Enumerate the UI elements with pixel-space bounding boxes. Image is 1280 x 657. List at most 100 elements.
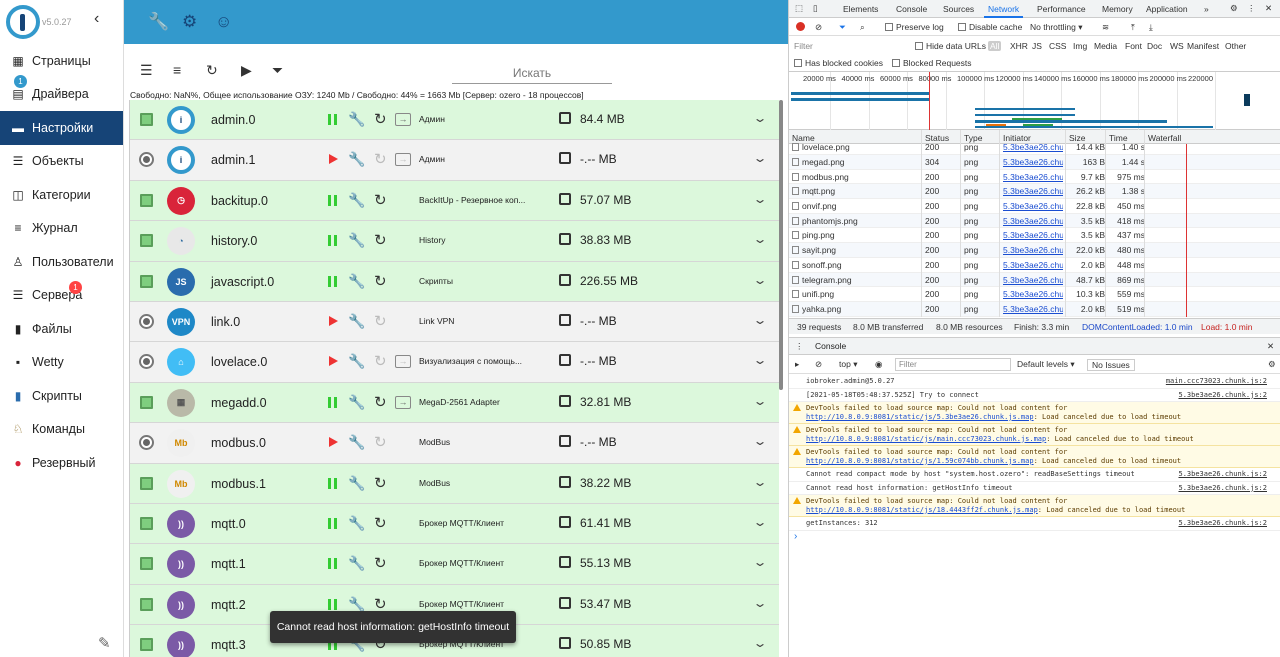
devtools-tab-more[interactable]: »	[1204, 4, 1209, 14]
view-table-icon[interactable]: ☰	[140, 62, 153, 79]
configure-instance-wrench-icon[interactable]: 🔧	[348, 515, 365, 532]
throttling-select[interactable]: No throttling ▾	[1030, 22, 1082, 33]
filter-type-manifest[interactable]: Manifest	[1187, 41, 1219, 51]
source-map-link[interactable]: http://10.8.0.9:8081/static/js/1.59c074b…	[806, 457, 1034, 465]
drawer-menu-icon[interactable]: ⋮	[795, 341, 804, 352]
start-instance-button[interactable]	[329, 437, 338, 448]
instances-scrollbar[interactable]	[779, 100, 783, 390]
console-filter-input[interactable]: Filter	[895, 358, 1011, 371]
restart-instance-icon[interactable]: ↻	[374, 595, 387, 613]
sidebar-item-5[interactable]: ≡ Журнал	[0, 212, 123, 246]
restart-instance-icon[interactable]: ↻	[374, 514, 387, 532]
devtools-tab-sources[interactable]: Sources	[943, 4, 974, 14]
network-request-row[interactable]: mqtt.png 200 png 5.3be3ae26.chunk.js:2 26.2 …	[789, 184, 1280, 200]
sidebar-item-11[interactable]: ♘ Команды	[0, 413, 123, 447]
open-web-link-icon[interactable]: →	[395, 113, 411, 126]
request-initiator[interactable]: 5.3be3ae26.chunk.js:2	[1003, 289, 1063, 299]
pause-instance-button[interactable]	[328, 396, 337, 408]
search-input[interactable]: Искать	[452, 66, 612, 84]
import-har-icon[interactable]: ⤒	[1131, 22, 1135, 33]
wrench-icon[interactable]: 🔧	[148, 12, 169, 32]
expand-chevron-icon[interactable]: ⌄	[752, 151, 767, 165]
console-settings-icon[interactable]: ⚙	[1268, 359, 1276, 370]
restart-instance-icon[interactable]: ↻	[374, 231, 387, 249]
restart-instance-icon[interactable]: ↻	[374, 433, 387, 451]
request-initiator[interactable]: 5.3be3ae26.chunk.js:2	[1003, 304, 1063, 314]
sidebar-item-4[interactable]: ◫ Категории	[0, 178, 123, 212]
filter-type-js[interactable]: JS	[1032, 41, 1042, 51]
expert-mode-head-icon[interactable]: ☺	[215, 12, 232, 32]
configure-instance-wrench-icon[interactable]: 🔧	[348, 475, 365, 492]
more-options-icon[interactable]: ⋮	[1247, 3, 1256, 14]
pause-instance-button[interactable]	[328, 194, 337, 206]
pause-instance-button[interactable]	[328, 598, 337, 610]
expand-chevron-icon[interactable]: ⌄	[752, 555, 767, 569]
wifi-icon[interactable]: ≋	[1102, 22, 1109, 33]
expand-chevron-icon[interactable]: ⌄	[752, 232, 767, 246]
filter-type-media[interactable]: Media	[1094, 41, 1117, 51]
configure-instance-wrench-icon[interactable]: 🔧	[348, 313, 365, 330]
devtools-tab-console[interactable]: Console	[896, 4, 927, 14]
source-map-link[interactable]: http://10.8.0.9:8081/static/js/5.3be3ae2…	[806, 413, 1034, 421]
console-source-link[interactable]: 5.3be3ae26.chunk.js:2	[1178, 484, 1267, 493]
network-request-row[interactable]: unifi.png 200 png 5.3be3ae26.chunk.js:2 10.3…	[789, 287, 1280, 302]
open-web-link-icon[interactable]: →	[395, 153, 411, 167]
configure-instance-wrench-icon[interactable]: 🔧	[348, 111, 365, 128]
export-har-icon[interactable]: ⤓	[1149, 22, 1153, 33]
pause-instance-button[interactable]	[328, 235, 337, 247]
devtools-tab-memory[interactable]: Memory	[1102, 4, 1133, 14]
pause-instance-button[interactable]	[328, 517, 337, 529]
restart-instance-icon[interactable]: ↻	[374, 554, 387, 572]
request-initiator[interactable]: 5.3be3ae26.chunk.js:2	[1003, 201, 1063, 211]
device-toolbar-icon[interactable]: ▯	[813, 3, 818, 14]
restart-instance-icon[interactable]: ↻	[374, 312, 387, 330]
expand-chevron-icon[interactable]: ⌄	[752, 434, 767, 448]
clear-console-icon[interactable]: ⊘	[815, 359, 822, 370]
request-initiator[interactable]: 5.3be3ae26.chunk.js:2	[1003, 275, 1063, 285]
expand-chevron-icon[interactable]: ⌄	[752, 636, 767, 650]
source-map-link[interactable]: http://10.8.0.9:8081/static/js/18.4443ff…	[806, 506, 1038, 514]
hide-data-urls-checkbox[interactable]: Hide data URLs	[915, 41, 986, 51]
filter-icon[interactable]: ⏷	[272, 62, 283, 79]
play-icon[interactable]: ▶	[241, 62, 252, 79]
expand-chevron-icon[interactable]: ⌄	[752, 596, 767, 610]
configure-instance-wrench-icon[interactable]: 🔧	[348, 232, 365, 249]
sidebar-item-6[interactable]: ♙ Пользователи	[0, 245, 123, 279]
search-icon[interactable]: ⌕	[860, 22, 865, 33]
network-overview-timeline[interactable]: 20000 ms 40000 ms 60000 ms 80000 ms 100000 m…	[789, 72, 1280, 134]
inspect-element-icon[interactable]: ⬚	[795, 3, 803, 14]
sidebar-item-10[interactable]: ▮ Скрипты	[0, 379, 123, 413]
console-source-link[interactable]: 5.3be3ae26.chunk.js:2	[1178, 391, 1267, 400]
console-prompt[interactable]: ›	[794, 531, 797, 542]
column-header-waterfall[interactable]: Waterfall	[1148, 133, 1181, 143]
request-initiator[interactable]: 5.3be3ae26.chunk.js:2	[1003, 186, 1063, 196]
close-devtools-icon[interactable]: ✕	[1265, 3, 1272, 14]
filter-funnel-icon[interactable]: ⏷	[839, 22, 846, 33]
context-select[interactable]: top ▾	[839, 359, 857, 370]
pause-instance-button[interactable]	[328, 558, 337, 570]
sidebar-toggle-icon[interactable]: ▸	[795, 359, 799, 370]
sidebar-item-9[interactable]: ▪ Wetty	[0, 346, 123, 380]
configure-instance-wrench-icon[interactable]: 🔧	[348, 151, 365, 168]
network-request-row[interactable]: sayit.png 200 png 5.3be3ae26.chunk.js:2 22.0…	[789, 243, 1280, 258]
settings-icon[interactable]: ⚙	[1230, 3, 1238, 14]
request-initiator[interactable]: 5.3be3ae26.chunk.js:2	[1003, 230, 1063, 240]
restart-instance-icon[interactable]: ↻	[374, 474, 387, 492]
sidebar-item-7[interactable]: ☰ Сервера 1	[0, 279, 123, 313]
request-initiator[interactable]: 5.3be3ae26.chunk.js:2	[1003, 216, 1063, 226]
filter-type-css[interactable]: CSS	[1049, 41, 1066, 51]
expand-chevron-icon[interactable]: ⌄	[752, 313, 767, 327]
live-expression-eye-icon[interactable]: ◉	[875, 359, 882, 370]
expand-chevron-icon[interactable]: ⌄	[752, 353, 767, 367]
issues-button[interactable]: No Issues	[1087, 359, 1135, 371]
pause-instance-button[interactable]	[328, 275, 337, 287]
open-web-link-icon[interactable]: →	[395, 355, 411, 369]
network-request-row[interactable]: megad.png 304 png 5.3be3ae26.chunk.js:2 163 …	[789, 155, 1280, 170]
configure-instance-wrench-icon[interactable]: 🔧	[348, 555, 365, 572]
request-initiator[interactable]: 5.3be3ae26.chunk.js:2	[1003, 157, 1063, 167]
configure-instance-wrench-icon[interactable]: 🔧	[348, 353, 365, 370]
request-initiator[interactable]: 5.3be3ae26.chunk.js:2	[1003, 260, 1063, 270]
collapse-sidebar-icon[interactable]: ‹	[94, 10, 99, 28]
has-blocked-cookies-checkbox[interactable]: Has blocked cookies	[794, 58, 883, 68]
console-source-link[interactable]: 5.3be3ae26.chunk.js:2	[1178, 470, 1267, 479]
